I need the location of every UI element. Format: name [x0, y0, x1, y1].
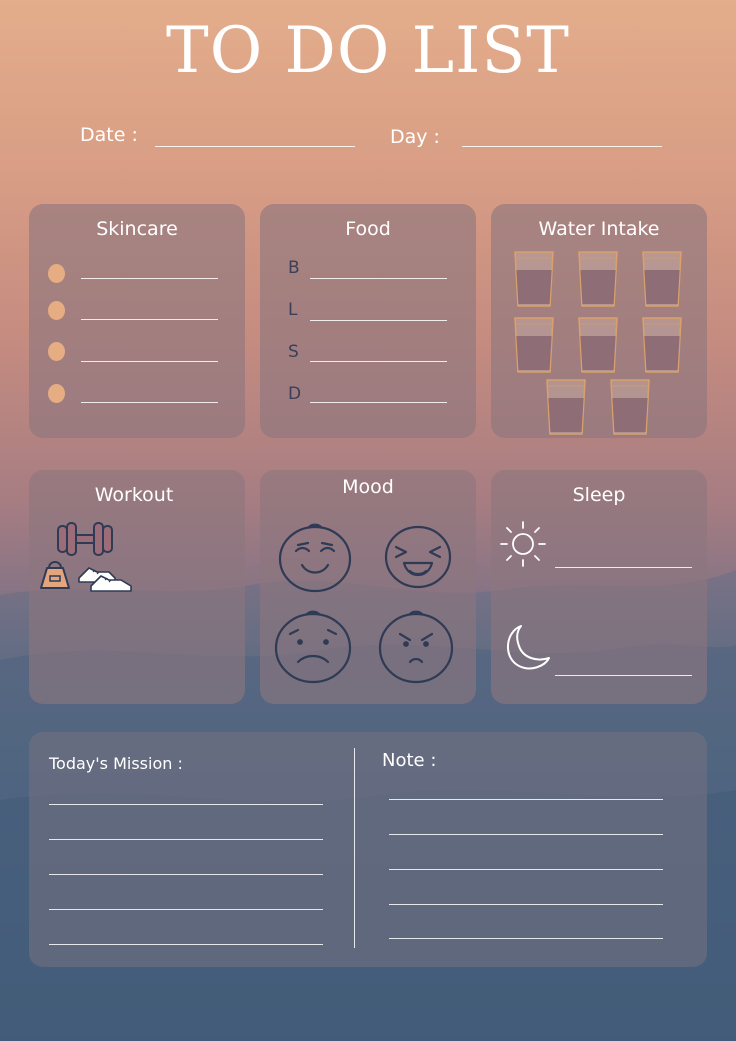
note-line[interactable]: [389, 938, 663, 939]
water-title: Water Intake: [538, 218, 660, 240]
kettlebell-icon: [40, 561, 70, 589]
wake-time-line[interactable]: [555, 567, 692, 568]
water-glass-icon[interactable]: [513, 250, 555, 308]
todo-page: { "title": "TO DO LIST", "header": { "da…: [0, 0, 736, 1041]
food-entry-line[interactable]: [310, 320, 447, 321]
date-label: Date :: [80, 124, 138, 146]
laughing-face-icon[interactable]: [384, 525, 452, 589]
skincare-entry-line[interactable]: [81, 319, 218, 320]
water-glass-icon[interactable]: [513, 316, 555, 374]
mood-title: Mood: [342, 476, 394, 498]
sneaker-icon: [78, 567, 132, 592]
sad-face-icon[interactable]: [274, 610, 352, 684]
water-card: Water Intake: [491, 204, 707, 438]
day-label: Day :: [390, 126, 440, 148]
water-glass-icon[interactable]: [641, 316, 683, 374]
note-line[interactable]: [389, 799, 663, 800]
water-glass-icon[interactable]: [577, 316, 619, 374]
water-glass-icon[interactable]: [609, 378, 651, 436]
food-entry-line[interactable]: [310, 361, 447, 362]
moon-icon: [507, 625, 550, 670]
skincare-bullet: [48, 342, 65, 361]
skincare-entry-line[interactable]: [81, 361, 218, 362]
skincare-entry-line[interactable]: [81, 402, 218, 403]
angry-face-icon[interactable]: [378, 610, 454, 684]
meal-label-breakfast: B: [288, 258, 300, 278]
mission-label: Today's Mission :: [49, 754, 183, 773]
mission-note-card: Today's Mission : Note :: [29, 732, 707, 967]
note-label: Note :: [382, 750, 437, 771]
mood-card: Mood: [260, 470, 476, 704]
dumbbell-icon: [57, 522, 113, 556]
skincare-bullet: [48, 264, 65, 283]
skincare-bullet: [48, 301, 65, 320]
sun-icon: [500, 521, 546, 567]
workout-card: Workout: [29, 470, 245, 704]
water-glass-icon[interactable]: [641, 250, 683, 308]
meal-label-lunch: L: [288, 300, 298, 320]
workout-title: Workout: [94, 484, 174, 506]
bed-time-line[interactable]: [555, 675, 692, 676]
column-divider: [354, 748, 355, 948]
water-glass-icon[interactable]: [577, 250, 619, 308]
sleep-card: Sleep: [491, 470, 707, 704]
meal-label-dinner: D: [288, 384, 302, 404]
date-field[interactable]: [155, 146, 355, 147]
mission-line[interactable]: [49, 839, 323, 840]
note-line[interactable]: [389, 904, 663, 905]
mission-line[interactable]: [49, 804, 323, 805]
happy-face-icon[interactable]: [278, 523, 352, 593]
note-line[interactable]: [389, 834, 663, 835]
note-line[interactable]: [389, 869, 663, 870]
skincare-card: Skincare: [29, 204, 245, 438]
page-title: TO DO LIST: [166, 14, 570, 88]
skincare-title: Skincare: [96, 218, 178, 240]
food-card: Food B L S D: [260, 204, 476, 438]
meal-label-snack: S: [288, 342, 299, 362]
sleep-title: Sleep: [572, 484, 626, 506]
food-entry-line[interactable]: [310, 402, 447, 403]
skincare-bullet: [48, 384, 65, 403]
mission-line[interactable]: [49, 909, 323, 910]
food-title: Food: [345, 218, 391, 240]
mission-line[interactable]: [49, 944, 323, 945]
food-entry-line[interactable]: [310, 278, 447, 279]
skincare-entry-line[interactable]: [81, 278, 218, 279]
water-glass-icon[interactable]: [545, 378, 587, 436]
day-field[interactable]: [462, 146, 662, 147]
mission-line[interactable]: [49, 874, 323, 875]
